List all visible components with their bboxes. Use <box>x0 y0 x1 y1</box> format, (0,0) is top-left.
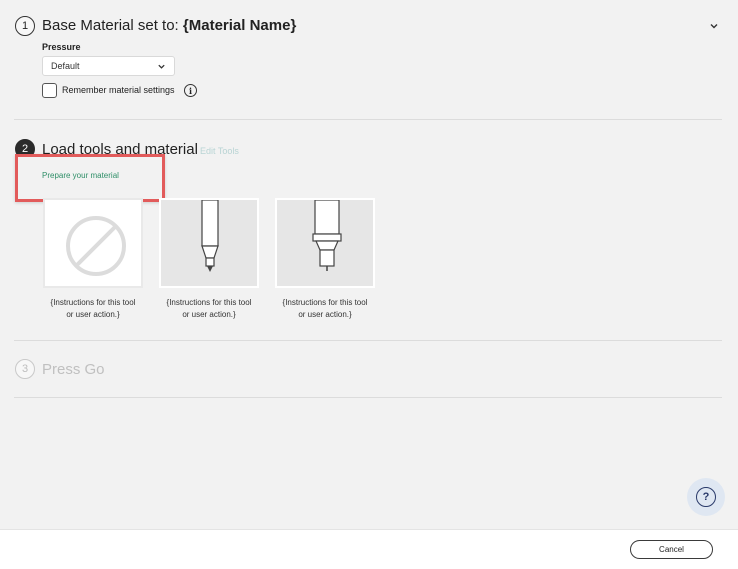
select-chevron-icon <box>158 64 165 69</box>
tool-caption-3-line-2: or user action.} <box>298 310 352 319</box>
edit-tools-link[interactable]: Edit Tools <box>200 146 239 156</box>
fine-point-pen-icon <box>201 200 219 272</box>
remember-settings-label: Remember material settings <box>62 85 175 95</box>
step-1-badge: 1 <box>15 16 35 36</box>
question-mark-icon: ? <box>696 487 716 507</box>
tool-caption-1-line-2: or user action.} <box>66 310 120 319</box>
tool-tile-1[interactable] <box>43 198 143 288</box>
step-3-title: Press Go <box>42 361 105 378</box>
no-tool-icon <box>66 216 126 276</box>
divider-step-3 <box>14 397 722 398</box>
pressure-select-value: Default <box>51 61 80 71</box>
tool-caption-2: {Instructions for this tool or user acti… <box>154 297 264 321</box>
info-icon[interactable]: i <box>184 84 197 97</box>
tool-caption-3: {Instructions for this tool or user acti… <box>270 297 380 321</box>
tool-caption-1: {Instructions for this tool or user acti… <box>38 297 148 321</box>
step-1-title-prefix: Base Material set to: <box>42 17 179 34</box>
cut-setup-panel: 1 Base Material set to: {Material Name} … <box>0 0 738 569</box>
tool-caption-3-line-1: {Instructions for this tool <box>282 298 368 307</box>
step-3-badge: 3 <box>15 359 35 379</box>
footer-bar <box>0 529 738 569</box>
tool-caption-2-line-1: {Instructions for this tool <box>166 298 252 307</box>
cancel-button[interactable]: Cancel <box>630 540 713 559</box>
divider-step-2 <box>14 340 722 341</box>
material-name: {Material Name} <box>182 17 297 34</box>
tool-caption-2-line-2: or user action.} <box>182 310 236 319</box>
remember-settings-checkbox[interactable] <box>42 83 57 98</box>
divider-step-1 <box>14 119 722 120</box>
step-1-title: Base Material set to: {Material Name} <box>42 17 296 34</box>
tool-tile-2[interactable] <box>159 198 259 288</box>
blade-housing-icon <box>312 200 342 271</box>
help-button[interactable]: ? <box>687 478 725 516</box>
prepare-material-link[interactable]: Prepare your material <box>42 171 119 180</box>
tool-caption-1-line-1: {Instructions for this tool <box>50 298 136 307</box>
pressure-select[interactable]: Default <box>42 56 175 76</box>
pressure-label: Pressure <box>42 42 81 52</box>
chevron-down-icon[interactable] <box>709 21 719 31</box>
tool-tile-3[interactable] <box>275 198 375 288</box>
